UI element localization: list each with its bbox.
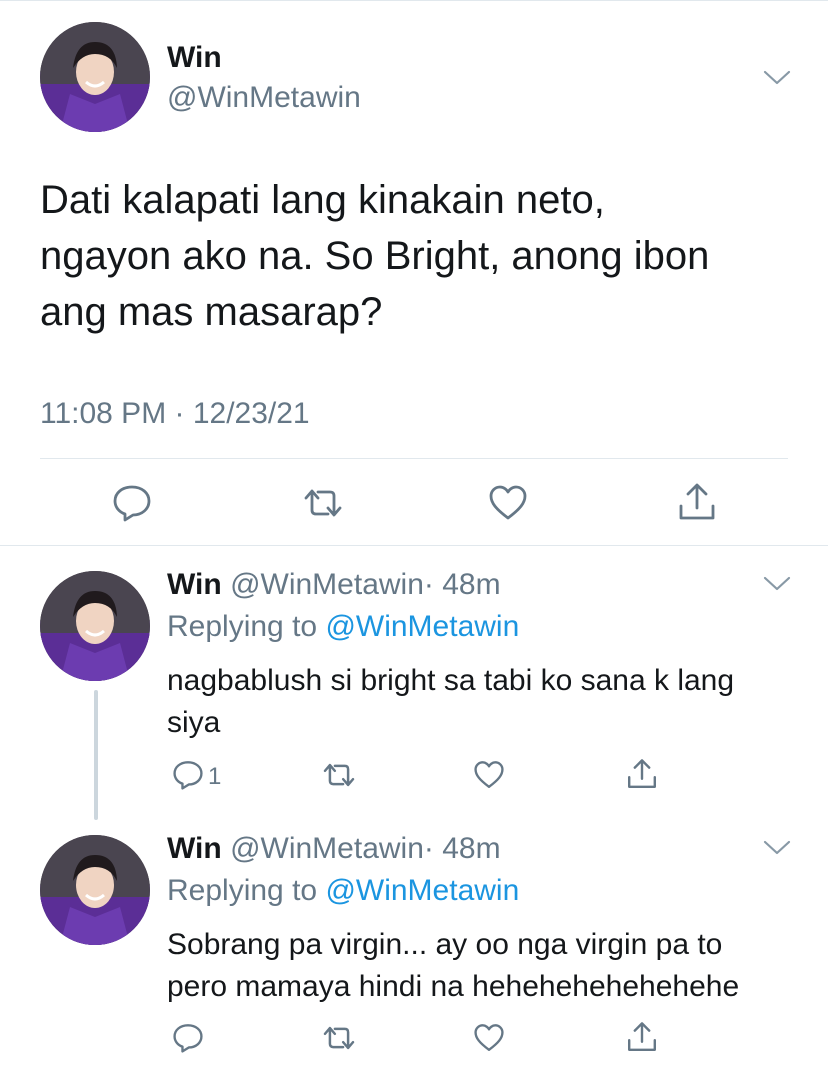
avatar-image — [40, 571, 150, 681]
avatar-image — [40, 22, 150, 132]
reply-author-name[interactable]: Win — [167, 568, 222, 601]
reply-header: Win @WinMetawin· 48m — [167, 831, 501, 867]
reply-header: Win @WinMetawin· 48m — [167, 567, 501, 603]
reply-text-line: siya — [167, 706, 221, 739]
reply-age: · 48m — [423, 568, 501, 601]
reply-icon[interactable] — [172, 1023, 204, 1053]
thread-line — [94, 690, 98, 820]
reply-author-handle[interactable]: @WinMetawin — [230, 832, 424, 865]
avatar[interactable] — [40, 835, 150, 945]
replying-to-handle[interactable]: @WinMetawin — [325, 874, 519, 907]
retweet-icon[interactable] — [320, 760, 358, 790]
tweet-text-line: ngayon ako na. So Bright, anong ibon — [40, 234, 710, 278]
retweet-icon[interactable] — [300, 486, 346, 520]
avatar-image — [40, 835, 150, 945]
reply-author-handle[interactable]: @WinMetawin — [230, 568, 424, 601]
reply-text-line: pero mamaya hindi na hehehehehehehehe — [167, 970, 740, 1003]
author-handle[interactable]: @WinMetawin — [167, 80, 361, 116]
reply-text-line: nagbablush si bright sa tabi ko sana k l… — [167, 664, 735, 697]
reply-age: · 48m — [423, 832, 501, 865]
share-icon[interactable] — [626, 1021, 658, 1053]
retweet-icon[interactable] — [320, 1023, 358, 1053]
share-icon[interactable] — [626, 758, 658, 790]
replying-to: Replying to @WinMetawin — [167, 609, 519, 645]
chevron-down-icon[interactable] — [763, 70, 791, 86]
reply-text: nagbablush si bright sa tabi ko sana k l… — [167, 660, 734, 744]
replying-to-label: Replying to — [167, 874, 318, 907]
chevron-down-icon[interactable] — [763, 840, 791, 856]
reply-text: Sobrang pa virgin... ay oo nga virgin pa… — [167, 924, 739, 1008]
reply-author-name[interactable]: Win — [167, 832, 222, 865]
tweet-divider — [40, 458, 788, 459]
like-icon[interactable] — [473, 1023, 505, 1053]
tweet-text-line: ang mas masarap? — [40, 290, 383, 334]
reply-icon[interactable] — [112, 484, 152, 522]
tweet-text: Dati kalapati lang kinakain neto, ngayon… — [40, 172, 800, 340]
reply-count: 1 — [208, 763, 222, 790]
reply-text-line: Sobrang pa virgin... ay oo nga virgin pa… — [167, 928, 723, 961]
avatar[interactable] — [40, 22, 150, 132]
chevron-down-icon[interactable] — [763, 576, 791, 592]
replying-to-label: Replying to — [167, 610, 318, 643]
top-divider — [0, 0, 828, 1]
like-icon[interactable] — [488, 484, 528, 522]
tweet-timestamp[interactable]: 11:08 PM · 12/23/21 — [40, 396, 310, 432]
like-icon[interactable] — [473, 760, 505, 790]
replying-to: Replying to @WinMetawin — [167, 873, 519, 909]
avatar[interactable] — [40, 571, 150, 681]
share-icon[interactable] — [677, 482, 717, 522]
section-divider — [0, 545, 828, 546]
reply-icon[interactable] — [172, 760, 204, 790]
replying-to-handle[interactable]: @WinMetawin — [325, 610, 519, 643]
author-name[interactable]: Win — [167, 40, 222, 76]
tweet-text-line: Dati kalapati lang kinakain neto, — [40, 178, 605, 222]
